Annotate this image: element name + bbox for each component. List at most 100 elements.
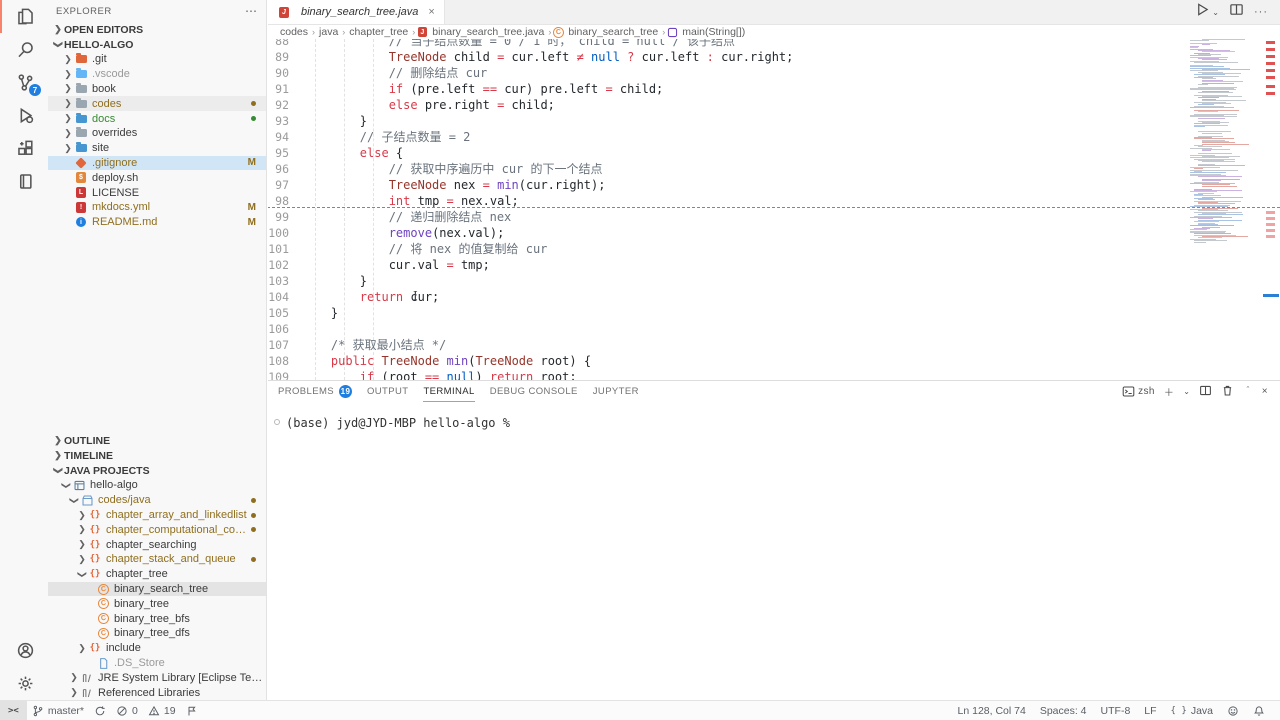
java-projects-section[interactable]: ❯ JAVA PROJECTS xyxy=(48,463,266,478)
breadcrumb-chapter-tree[interactable]: chapter_tree xyxy=(349,26,408,38)
explorer-more-icon[interactable]: ⋯ xyxy=(245,4,258,18)
panel-tab-output[interactable]: OUTPUT xyxy=(367,381,408,402)
tree-item-chapter-array-and-linkedlist[interactable]: ❯{}chapter_array_and_linkedlist xyxy=(48,508,266,523)
close-tab-icon[interactable]: × xyxy=(428,6,434,18)
tree-item-chapter-tree[interactable]: ❯{}chapter_tree xyxy=(48,567,266,582)
tree-item-referenced-libraries[interactable]: ❯Referenced Libraries xyxy=(48,685,266,700)
status-feedback[interactable] xyxy=(1220,705,1246,717)
panel-tab-problems[interactable]: PROBLEMS19 xyxy=(278,381,352,402)
panel-tab-debug-console[interactable]: DEBUG CONSOLE xyxy=(490,381,578,402)
tree-item-binary-tree-dfs[interactable]: Cbinary_tree_dfs xyxy=(48,626,266,641)
outline-label: OUTLINE xyxy=(64,435,110,447)
breadcrumb-codes[interactable]: codes xyxy=(280,26,308,38)
tree-item-ds-store[interactable]: .DS_Store xyxy=(48,656,266,671)
breadcrumb-label: main(String[]) xyxy=(682,26,745,38)
activity-extensions[interactable] xyxy=(0,132,48,165)
status-cursor-position[interactable]: Ln 128, Col 74 xyxy=(951,705,1033,717)
tree-item-overrides[interactable]: ❯overrides xyxy=(48,126,266,141)
status-sync[interactable] xyxy=(89,701,111,720)
tree-item-chapter-stack-and-queue[interactable]: ❯{}chapter_stack_and_queue xyxy=(48,552,266,567)
folder-icon xyxy=(74,97,88,111)
status-encoding[interactable]: UTF-8 xyxy=(1094,705,1138,717)
code-line-91: 91 if (pre.left == cur) pre.left = child… xyxy=(268,81,1280,97)
folder-icon xyxy=(74,52,88,66)
tree-item-vscode[interactable]: ❯.vscode xyxy=(48,67,266,82)
activity-explorer[interactable] xyxy=(0,0,48,33)
tree-item-label: overrides xyxy=(92,127,137,139)
activity-search[interactable] xyxy=(0,33,48,66)
status-eol[interactable]: LF xyxy=(1137,705,1163,717)
tree-item-chapter-searching[interactable]: ❯{}chapter_searching xyxy=(48,537,266,552)
tree-item-codes-java[interactable]: ❯codes/java xyxy=(48,493,266,508)
timeline-section[interactable]: ❯ TIMELINE xyxy=(48,448,266,463)
status-language-mode[interactable]: { }Java xyxy=(1164,705,1220,717)
activity-notebook[interactable] xyxy=(0,165,48,198)
activity-settings[interactable] xyxy=(0,667,48,700)
panel-tab-terminal[interactable]: TERMINAL xyxy=(423,381,474,402)
tree-item-binary-tree-bfs[interactable]: Cbinary_tree_bfs xyxy=(48,611,266,626)
run-button[interactable] xyxy=(1195,2,1210,22)
code-line-94: 94 // 子结点数量 = 2 xyxy=(268,129,1280,145)
new-terminal-button[interactable]: ＋ xyxy=(1164,384,1174,399)
tree-item-label: chapter_tree xyxy=(106,568,168,580)
activity-source-control[interactable]: 7 xyxy=(0,66,48,99)
filedoc-icon xyxy=(96,656,110,670)
activity-run-and-debug[interactable] xyxy=(0,99,48,132)
bottom-panel: PROBLEMS19 OUTPUT TERMINAL DEBUG CONSOLE JUP… xyxy=(268,380,1280,700)
split-editor-button[interactable] xyxy=(1229,2,1244,22)
tree-item-chapter-computational-complexity[interactable]: ❯{}chapter_computational_complexity xyxy=(48,522,266,537)
tree-item-label: binary_tree_dfs xyxy=(114,627,190,639)
tree-item-jre-system-library-eclipse-temurin-17-17[interactable]: ❯JRE System Library [Eclipse Temurin 17 … xyxy=(48,670,266,685)
terminal[interactable]: (base) jyd@JYD-MBP hello-algo % xyxy=(268,402,1280,430)
status-errors[interactable]: 0 xyxy=(111,701,143,720)
line-number: 108 xyxy=(268,353,302,369)
more-actions-icon[interactable]: ··· xyxy=(1254,6,1268,18)
tree-item-codes[interactable]: ❯codes xyxy=(48,96,266,111)
remote-indicator[interactable]: >< xyxy=(0,701,27,720)
maximize-panel-icon[interactable]: ＾ xyxy=(1243,385,1252,398)
code-line-96: 96 // 获取中序遍历中 cur 的下一个结点 xyxy=(268,161,1280,177)
kill-terminal-button[interactable] xyxy=(1221,384,1234,400)
tree-item-docs[interactable]: ❯docs xyxy=(48,111,266,126)
root-folder-section[interactable]: ❯ HELLO-ALGO xyxy=(48,37,266,52)
tree-item-book[interactable]: ❯book xyxy=(48,82,266,97)
activity-accounts[interactable] xyxy=(0,634,48,667)
breadcrumb-binary-search-tree-java[interactable]: Jbinary_search_tree.java xyxy=(419,26,544,38)
status-warnings[interactable]: 19 xyxy=(143,701,181,720)
shell-label: zsh xyxy=(1138,386,1155,397)
code-editor[interactable]: 88 // 当子结点数量 = 0 / 1 时， child = null / 该… xyxy=(268,39,1280,380)
open-editors-section[interactable]: ❯ OPEN EDITORS xyxy=(48,22,266,37)
tree-item-hello-algo[interactable]: ❯hello-algo xyxy=(48,478,266,493)
tree-item-mkdocs-yml[interactable]: !mkdocs.ymlM xyxy=(48,200,266,215)
tree-item-site[interactable]: ❯site xyxy=(48,141,266,156)
git-status-badge: M xyxy=(248,217,266,228)
tree-item-deploy-sh[interactable]: $deploy.sh xyxy=(48,170,266,185)
tree-item-binary-tree[interactable]: Cbinary_tree xyxy=(48,596,266,611)
tree-item-gitignore[interactable]: .gitignoreM xyxy=(48,156,266,171)
chevron-right-icon: ❯ xyxy=(62,98,74,109)
tree-item-git[interactable]: ❯.git xyxy=(48,52,266,67)
split-terminal-button[interactable] xyxy=(1199,384,1212,400)
tree-item-readme-md[interactable]: iREADME.mdM xyxy=(48,215,266,230)
tree-item-license[interactable]: LLICENSE xyxy=(48,185,266,200)
shell-selector[interactable]: zsh xyxy=(1122,385,1155,398)
status-launch[interactable] xyxy=(181,701,203,720)
tree-item-binary-search-tree[interactable]: Cbinary_search_tree xyxy=(48,582,266,597)
minimap[interactable] xyxy=(1190,39,1262,380)
tree-item-include[interactable]: ❯{}include xyxy=(48,641,266,656)
status-indentation[interactable]: Spaces: 4 xyxy=(1033,705,1094,717)
chevron-right-icon: ❯ xyxy=(62,54,74,65)
outline-section[interactable]: ❯ OUTLINE xyxy=(48,433,266,448)
breadcrumb-java[interactable]: java xyxy=(319,26,338,38)
run-dropdown-icon[interactable]: ⌄ xyxy=(1212,8,1219,17)
breadcrumb-binary-search-tree[interactable]: Cbinary_search_tree xyxy=(555,26,658,38)
status-label: master* xyxy=(48,705,84,717)
breadcrumb-main-string[interactable]: main(String[]) xyxy=(669,26,745,38)
panel-tab-jupyter[interactable]: JUPYTER xyxy=(593,381,639,402)
status-notifications[interactable] xyxy=(1246,705,1272,717)
status-git-branch[interactable]: master* xyxy=(27,701,89,720)
code-line-101: 101 // 将 nex 的值复制给 cur xyxy=(268,241,1280,257)
close-panel-icon[interactable]: × xyxy=(1262,386,1268,397)
terminal-dropdown-icon[interactable]: ⌄ xyxy=(1183,387,1190,396)
tab-binary-search-tree[interactable]: J binary_search_tree.java × xyxy=(268,0,445,24)
